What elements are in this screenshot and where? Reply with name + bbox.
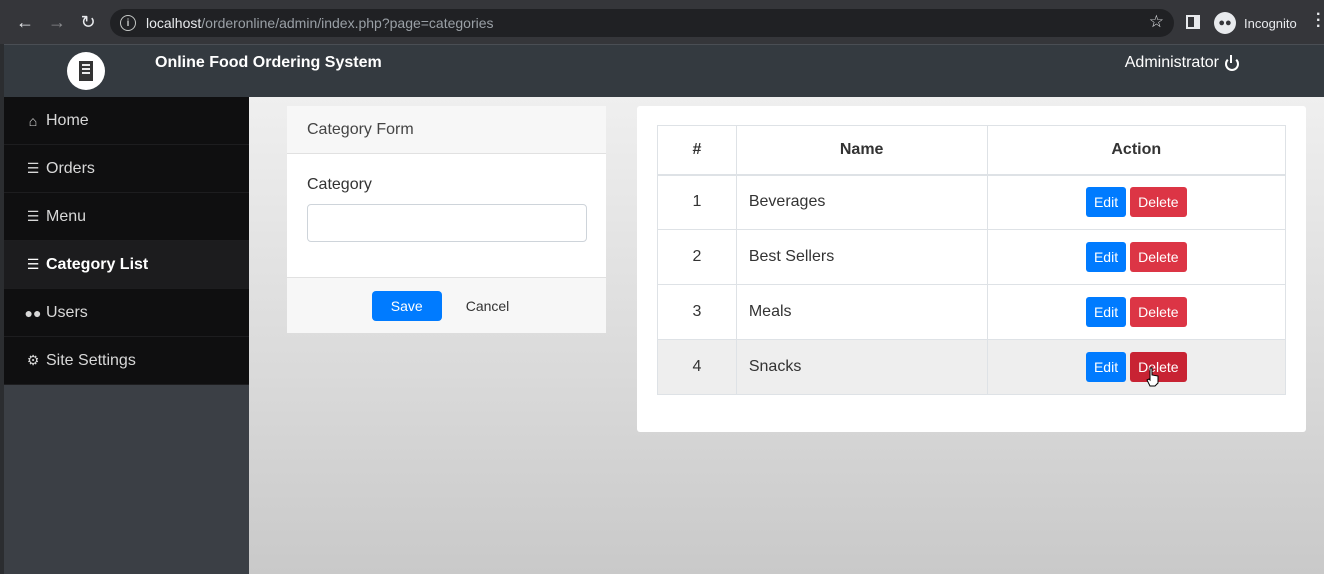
users-icon: ●● <box>24 304 42 321</box>
list-icon: ☰ <box>26 160 40 176</box>
category-input[interactable] <box>307 204 587 242</box>
delete-button[interactable]: Delete <box>1130 297 1187 327</box>
list-icon: ☰ <box>26 208 40 224</box>
row-actions: Edit Delete <box>986 174 1286 230</box>
sidebar-item-users[interactable]: ●● Users <box>4 289 249 337</box>
category-name: Snacks <box>735 339 988 395</box>
table-row: 3 Meals Edit Delete <box>657 284 1286 340</box>
forward-arrow-icon[interactable]: → <box>42 7 72 37</box>
save-button[interactable]: Save <box>371 290 442 321</box>
category-field-label: Category <box>307 176 372 193</box>
edit-button[interactable]: Edit <box>1085 187 1127 218</box>
reload-icon[interactable]: ↻ <box>73 7 103 37</box>
form-title: Category Form <box>287 106 606 154</box>
sidebar-item-category-list[interactable]: ☰ Category List <box>4 241 249 289</box>
delete-button[interactable]: Delete <box>1130 242 1187 272</box>
sidebar-item-label: Category List <box>46 255 149 273</box>
info-icon[interactable]: i <box>120 15 136 31</box>
row-actions: Edit Delete <box>986 284 1286 340</box>
browser-menu-icon[interactable]: · · · <box>1316 7 1321 35</box>
column-header-name: Name <box>735 125 988 176</box>
list-icon: ☰ <box>26 256 40 272</box>
hand-cursor-icon <box>1146 367 1159 387</box>
sidebar-item-label: Home <box>46 111 89 129</box>
side-panel-icon[interactable] <box>1186 15 1200 29</box>
sidebar-item-label: Menu <box>46 207 87 225</box>
main-content: Category Form Category Save Cancel # Nam… <box>249 97 1324 574</box>
row-number: 2 <box>657 229 737 285</box>
category-name: Beverages <box>735 174 988 230</box>
row-actions: Edit Delete <box>986 229 1286 285</box>
sidebar-item-home[interactable]: ⌂ Home <box>4 97 249 145</box>
sidebar-item-label: Site Settings <box>46 351 136 369</box>
incognito-badge[interactable]: ●● Incognito <box>1214 11 1297 35</box>
sidebar-item-orders[interactable]: ☰ Orders <box>4 145 249 193</box>
sidebar-item-label: Users <box>46 303 88 321</box>
sidebar-item-site-settings[interactable]: ⚙ Site Settings <box>4 337 249 385</box>
category-form-card: Category Form Category Save Cancel <box>287 106 606 333</box>
back-arrow-icon[interactable]: ← <box>10 7 40 37</box>
sidebar-item-menu[interactable]: ☰ Menu <box>4 193 249 241</box>
form-body: Category <box>287 154 606 278</box>
column-header-action: Action <box>986 125 1286 176</box>
category-table-card: # Name Action 1 Beverages Edit Delete 2 B… <box>637 106 1306 432</box>
app-header: Online Food Ordering System Administrato… <box>4 44 1324 97</box>
edit-button[interactable]: Edit <box>1085 297 1127 327</box>
url-path: /orderonline/admin/index.php?page=catego… <box>201 15 494 31</box>
home-icon: ⌂ <box>28 112 38 129</box>
building-logo-icon <box>67 52 105 90</box>
edit-button[interactable]: Edit <box>1085 242 1127 272</box>
admin-menu[interactable]: Administrator <box>1125 54 1240 72</box>
delete-button[interactable]: Delete <box>1130 187 1187 218</box>
sidebar-item-label: Orders <box>46 159 95 177</box>
bookmark-star-icon[interactable]: ☆ <box>1149 12 1164 32</box>
category-name: Best Sellers <box>735 229 988 285</box>
category-name: Meals <box>735 284 988 340</box>
cogs-icon: ⚙ <box>26 352 40 368</box>
power-icon[interactable] <box>1224 55 1240 71</box>
url-host: localhost <box>146 15 202 31</box>
address-bar[interactable]: i localhost /orderonline/admin/index.php… <box>110 9 1174 37</box>
row-number: 1 <box>657 174 737 230</box>
form-footer: Save Cancel <box>287 278 606 333</box>
row-actions: Edit Delete <box>986 339 1286 395</box>
app-title: Online Food Ordering System <box>155 54 382 71</box>
category-table: # Name Action 1 Beverages Edit Delete 2 B… <box>657 125 1286 395</box>
sidebar-menu: ⌂ Home ☰ Orders ☰ Menu ☰ Category List ●… <box>4 97 249 385</box>
row-number: 4 <box>657 339 737 395</box>
sidebar: ⌂ Home ☰ Orders ☰ Menu ☰ Category List ●… <box>4 97 249 574</box>
row-number: 3 <box>657 284 737 340</box>
incognito-label: Incognito <box>1244 15 1297 31</box>
browser-toolbar: ← → ↻ i localhost /orderonline/admin/ind… <box>0 0 1324 44</box>
cancel-button[interactable]: Cancel <box>454 291 522 321</box>
incognito-icon: ●● <box>1214 12 1236 34</box>
table-row: 2 Best Sellers Edit Delete <box>657 229 1286 285</box>
edit-button[interactable]: Edit <box>1085 352 1127 382</box>
admin-label: Administrator <box>1124 54 1219 71</box>
table-row: 4 Snacks Edit Delete <box>657 339 1286 395</box>
column-header-number: # <box>657 125 737 176</box>
table-row: 1 Beverages Edit Delete <box>657 174 1286 230</box>
